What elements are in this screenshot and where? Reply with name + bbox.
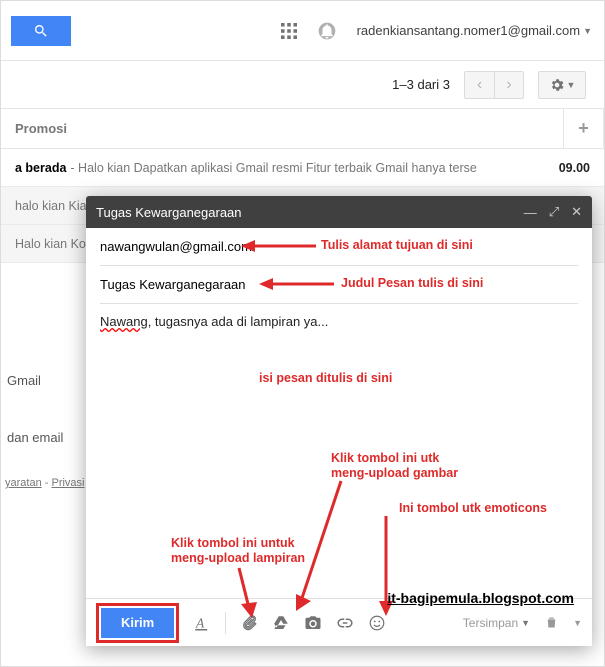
apps-icon[interactable]	[281, 23, 297, 39]
footer-link[interactable]: yaratan	[5, 477, 42, 489]
mail-count-label: 1–3 dari 3	[392, 77, 450, 92]
tab-add[interactable]: +	[564, 109, 604, 148]
to-field[interactable]	[100, 239, 578, 254]
category-tabs: Promosi +	[1, 109, 604, 149]
gear-icon	[549, 77, 565, 93]
mail-subject: a berada	[15, 161, 66, 175]
mail-time: 09.00	[559, 161, 590, 175]
insert-photo-icon[interactable]	[304, 614, 322, 632]
body-text-err: Nawang	[100, 314, 148, 329]
sidebar-item[interactable]: Gmail	[5, 367, 85, 394]
tab-label: Promosi	[15, 121, 67, 136]
drive-icon[interactable]	[272, 614, 290, 632]
settings-button[interactable]: ▼	[538, 71, 586, 99]
footer-link[interactable]: Privasi	[51, 477, 84, 489]
saved-text: Tersimpan	[463, 616, 518, 630]
notifications-icon[interactable]	[317, 21, 337, 41]
toolbar-separator	[225, 612, 226, 634]
prev-page-button[interactable]: ‹	[464, 71, 494, 99]
saved-label: Tersimpan ▼	[463, 616, 530, 630]
compose-titlebar[interactable]: Tugas Kewarganegaraan — ⤢ ✕	[86, 196, 592, 228]
subject-field[interactable]	[100, 277, 578, 292]
compose-toolbar: Kirim A Tersimpan ▼ ▼	[86, 598, 592, 646]
send-button[interactable]: Kirim	[101, 608, 174, 638]
discard-icon[interactable]	[544, 615, 559, 630]
sidebar: Gmail dan email yaratan - Privasi	[1, 301, 89, 495]
next-page-button[interactable]: ›	[494, 71, 524, 99]
mail-fragment: - Halo kian Dapatkan aplikasi Gmail resm…	[70, 161, 476, 175]
mail-fragment: Halo kian Kota	[15, 237, 96, 251]
svg-text:A: A	[195, 615, 205, 630]
compose-title: Tugas Kewarganegaraan	[96, 205, 524, 220]
minimize-icon[interactable]: —	[524, 205, 537, 220]
sidebar-item[interactable]: dan email	[5, 424, 85, 451]
search-icon	[33, 23, 49, 39]
emoticon-icon[interactable]	[368, 614, 386, 632]
compose-fields	[86, 228, 592, 304]
attachment-icon[interactable]	[240, 614, 258, 632]
mail-row[interactable]: a berada - Halo kian Dapatkan aplikasi G…	[1, 149, 604, 187]
user-email[interactable]: radenkiansantang.nomer1@gmail.com ▼	[357, 23, 592, 38]
expand-icon[interactable]: ⤢	[549, 204, 559, 220]
plus-icon: +	[564, 118, 603, 139]
caret-down-icon: ▼	[567, 80, 576, 90]
to-field-row[interactable]	[100, 228, 578, 266]
sidebar-footer: yaratan - Privasi	[5, 477, 85, 489]
pager: ‹ ›	[464, 71, 524, 99]
caret-down-icon: ▼	[583, 26, 592, 36]
sub-bar: 1–3 dari 3 ‹ › ▼	[1, 61, 604, 109]
compose-window: Tugas Kewarganegaraan — ⤢ ✕ Nawang, tuga…	[86, 196, 592, 646]
caret-down-icon: ▼	[521, 618, 530, 628]
close-icon[interactable]: ✕	[571, 204, 582, 220]
top-icons: radenkiansantang.nomer1@gmail.com ▼	[281, 21, 592, 41]
tab-promo[interactable]: Promosi	[1, 109, 564, 148]
top-bar: radenkiansantang.nomer1@gmail.com ▼	[1, 1, 604, 61]
format-icon[interactable]: A	[193, 614, 211, 632]
user-email-text: radenkiansantang.nomer1@gmail.com	[357, 23, 580, 38]
more-options-icon[interactable]: ▼	[573, 618, 582, 628]
send-highlight: Kirim	[96, 603, 179, 643]
insert-link-icon[interactable]	[336, 614, 354, 632]
body-text: , tugasnya ada di lampiran ya...	[148, 314, 329, 329]
search-button[interactable]	[11, 16, 71, 46]
subject-field-row[interactable]	[100, 266, 578, 304]
compose-body[interactable]: Nawang, tugasnya ada di lampiran ya...	[86, 304, 592, 598]
